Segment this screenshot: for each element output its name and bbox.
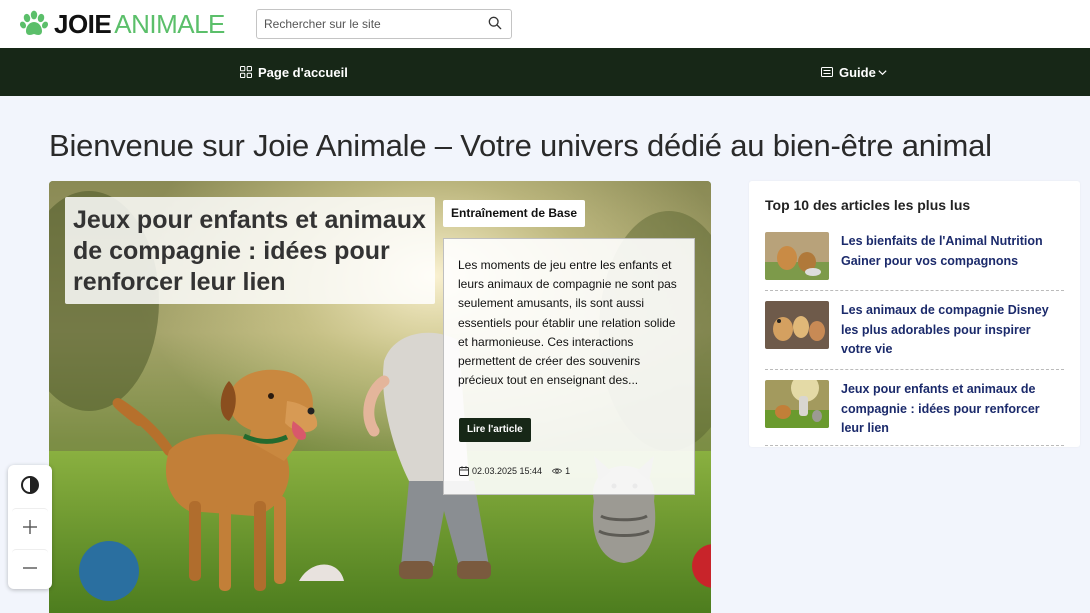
accessibility-toolbar [8, 465, 52, 589]
article-date: 02.03.2025 15:44 [472, 466, 543, 476]
thumbnail-image [765, 380, 829, 428]
zoom-in-button[interactable] [12, 508, 48, 544]
list-item[interactable]: Les bienfaits de l'Animal Nutrition Gain… [765, 232, 1064, 291]
list-item[interactable]: Jeux pour enfants et animaux de compagni… [765, 380, 1064, 446]
nav-item-guide[interactable]: Guide [821, 48, 888, 96]
blue-ball [79, 541, 139, 601]
nav-item-label: Guide [839, 64, 876, 80]
read-article-button[interactable]: Lire l'article [459, 418, 531, 442]
thumbnail-image [765, 232, 829, 280]
paw-icon [19, 10, 49, 35]
contrast-button[interactable] [12, 467, 48, 503]
calendar-icon [459, 466, 469, 476]
zoom-out-button[interactable] [12, 549, 48, 585]
top-articles-sidebar: Top 10 des articles les plus lus Les bie… [749, 181, 1080, 447]
thumbnail-image [765, 301, 829, 349]
nav-item-label: Page d'accueil [258, 64, 348, 80]
article-thumbnail [765, 380, 829, 428]
logo-secondary: ANIMALE [114, 9, 225, 39]
search-icon [488, 16, 502, 30]
eye-icon [552, 468, 563, 474]
logo-wordmark: JOIE ANIMALE [54, 9, 225, 39]
top-article-title: Les animaux de compagnie Disney les plus… [841, 303, 1049, 356]
search-input[interactable] [257, 10, 479, 38]
article-summary-card: Les moments de jeu entre les enfants et … [443, 238, 695, 495]
top-article-title: Jeux pour enfants et animaux de compagni… [841, 382, 1040, 435]
article-thumbnail [765, 232, 829, 280]
views-count: 1 [565, 466, 571, 476]
contrast-icon [21, 476, 39, 494]
nav-item-home[interactable]: Page d'accueil [240, 48, 348, 96]
chevron-down-icon [878, 69, 887, 75]
list-icon [821, 67, 833, 77]
article-meta: 02.03.2025 15:44 1 [459, 466, 570, 476]
site-logo[interactable]: JOIE ANIMALE [19, 9, 225, 39]
article-views: 1 [552, 466, 570, 476]
sidebar-title: Top 10 des articles les plus lus [765, 197, 971, 213]
main-nav: Page d'accueil Guide [0, 48, 1090, 96]
page-title: Bienvenue sur Joie Animale – Votre unive… [49, 128, 992, 163]
hero-title-box: Jeux pour enfants et animaux de compagni… [65, 197, 435, 304]
search-button[interactable] [487, 16, 503, 32]
search-box [256, 9, 512, 39]
list-item[interactable]: Les animaux de compagnie Disney les plus… [765, 301, 1064, 370]
top-article-title: Les bienfaits de l'Animal Nutrition Gain… [841, 234, 1043, 268]
site-header: JOIE ANIMALE [0, 0, 1090, 48]
article-excerpt: Les moments de jeu entre les enfants et … [458, 258, 677, 388]
zoom-in-icon [23, 519, 37, 534]
logo-primary: JOIE [54, 9, 112, 39]
zoom-out-icon [23, 566, 37, 569]
featured-article[interactable]: Jeux pour enfants et animaux de compagni… [49, 181, 711, 613]
article-thumbnail [765, 301, 829, 349]
hero-title[interactable]: Jeux pour enfants et animaux de compagni… [73, 205, 427, 298]
category-badge[interactable]: Entraînement de Base [443, 200, 586, 227]
grid-icon [240, 66, 252, 78]
